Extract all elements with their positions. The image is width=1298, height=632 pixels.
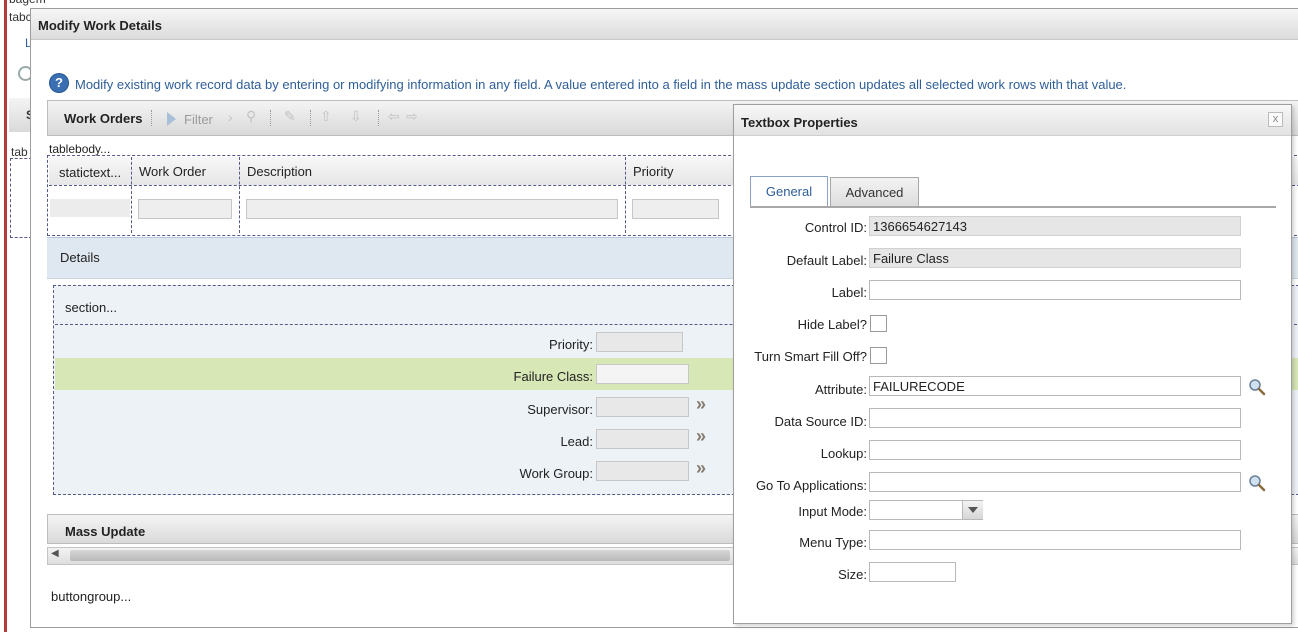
info-text: Modify existing work record data by ente… [75, 77, 1127, 92]
default-label-field: Failure Class [869, 248, 1241, 268]
tab-general[interactable]: General [750, 176, 828, 208]
size-label: Size: [838, 567, 867, 582]
clear-filter-icon[interactable]: ✎ [284, 108, 296, 125]
column-divider [239, 157, 240, 233]
textbox-properties-dialog: Textbox Properties x General Advanced Co… [733, 104, 1292, 624]
data-source-id-input[interactable] [869, 408, 1241, 428]
info-icon: ? [50, 74, 68, 92]
arrow-down-icon[interactable]: ⇩ [350, 108, 362, 125]
lead-field[interactable] [596, 429, 689, 449]
work-group-detail-menu-icon[interactable]: » [696, 458, 706, 479]
scroll-left-arrow-icon[interactable]: ◀ [51, 548, 59, 559]
details-title: Details [60, 250, 100, 265]
section-label: section... [65, 300, 118, 315]
go-to-applications-input[interactable] [869, 472, 1241, 492]
column-header-statictext[interactable]: statictext... [59, 165, 121, 180]
attribute-lookup-search-icon[interactable] [1248, 378, 1266, 396]
scrollbar-thumb[interactable] [70, 550, 730, 561]
filter-arrow-icon[interactable] [166, 111, 177, 127]
go-to-applications-search-icon[interactable] [1248, 474, 1266, 492]
supervisor-label: Supervisor: [527, 402, 593, 417]
mass-update-title: Mass Update [65, 524, 146, 539]
page-left-border [4, 0, 7, 632]
tab-strip-line [750, 206, 1276, 208]
go-to-applications-label: Go To Applications: [755, 478, 867, 493]
supervisor-field[interactable] [596, 397, 689, 417]
label-input[interactable] [869, 280, 1241, 300]
next-page-icon[interactable]: ⇨ [406, 108, 418, 125]
work-order-filter-input[interactable] [138, 199, 232, 219]
priority-label: Priority: [548, 337, 593, 352]
properties-title: Textbox Properties [741, 115, 858, 130]
bg-tab-fragment-2: tab [11, 145, 28, 159]
attribute-label: Attribute: [814, 382, 867, 397]
filter-button[interactable]: Filter [184, 112, 213, 127]
smart-fill-label: Turn Smart Fill Off? [754, 349, 867, 364]
table-cell-statictext [50, 199, 130, 217]
hide-label-label: Hide Label? [797, 317, 867, 332]
bg-text-fragment: bagem [9, 0, 46, 6]
chevron-right-icon[interactable]: › [228, 109, 233, 125]
column-divider [625, 157, 626, 233]
arrow-up-icon[interactable]: ⇧ [320, 108, 332, 125]
close-icon[interactable]: x [1268, 112, 1283, 127]
data-source-id-label: Data Source ID: [774, 414, 868, 429]
toolbar-separator [270, 110, 272, 126]
default-label-label: Default Label: [786, 253, 867, 268]
hide-label-checkbox[interactable] [870, 315, 887, 332]
priority-field[interactable] [596, 332, 683, 352]
control-id-field: 1366654627143 [869, 216, 1241, 236]
control-id-label: Control ID: [804, 220, 867, 235]
lead-detail-menu-icon[interactable]: » [696, 426, 706, 447]
prev-page-icon[interactable]: ⇦ [388, 108, 400, 125]
toolbar-separator [378, 110, 380, 126]
input-mode-label: Input Mode: [798, 504, 867, 519]
dialog-title-bar: Modify Work Details [31, 9, 1298, 40]
failure-class-field[interactable] [596, 364, 689, 384]
buttongroup-label: buttongroup... [51, 589, 132, 604]
smart-fill-checkbox[interactable] [870, 347, 887, 364]
priority-filter-input[interactable] [632, 199, 719, 219]
search-icon[interactable]: ⚲ [246, 108, 256, 125]
column-divider [131, 157, 132, 233]
work-group-field[interactable] [596, 461, 689, 481]
properties-title-bar: Textbox Properties [734, 105, 1291, 136]
column-header-work-order[interactable]: Work Order [139, 164, 206, 179]
bg-dotted-box [10, 158, 32, 238]
work-group-label: Work Group: [519, 466, 593, 481]
tablebody-label: tablebody... [49, 142, 111, 156]
toolbar-separator [310, 110, 312, 126]
menu-type-label: Menu Type: [799, 535, 867, 550]
description-filter-input[interactable] [246, 199, 618, 219]
menu-type-input[interactable] [869, 530, 1241, 550]
attribute-input[interactable]: FAILURECODE [869, 376, 1241, 396]
failure-class-label: Failure Class: [513, 369, 593, 384]
label-label: Label: [831, 285, 867, 300]
column-header-priority[interactable]: Priority [633, 164, 673, 179]
dialog-title: Modify Work Details [38, 18, 163, 33]
lookup-label: Lookup: [820, 446, 867, 461]
size-input[interactable] [869, 562, 956, 582]
lead-label: Lead: [560, 434, 593, 449]
bg-tab-fragment: tabc [9, 10, 32, 24]
column-header-description[interactable]: Description [247, 164, 312, 179]
input-mode-dropdown-button[interactable] [962, 501, 983, 519]
toolbar-separator [151, 110, 153, 126]
work-orders-title: Work Orders [64, 111, 143, 126]
chevron-down-icon [968, 507, 978, 513]
lookup-input[interactable] [869, 440, 1241, 460]
tab-advanced[interactable]: Advanced [830, 177, 919, 207]
supervisor-detail-menu-icon[interactable]: » [696, 394, 706, 415]
